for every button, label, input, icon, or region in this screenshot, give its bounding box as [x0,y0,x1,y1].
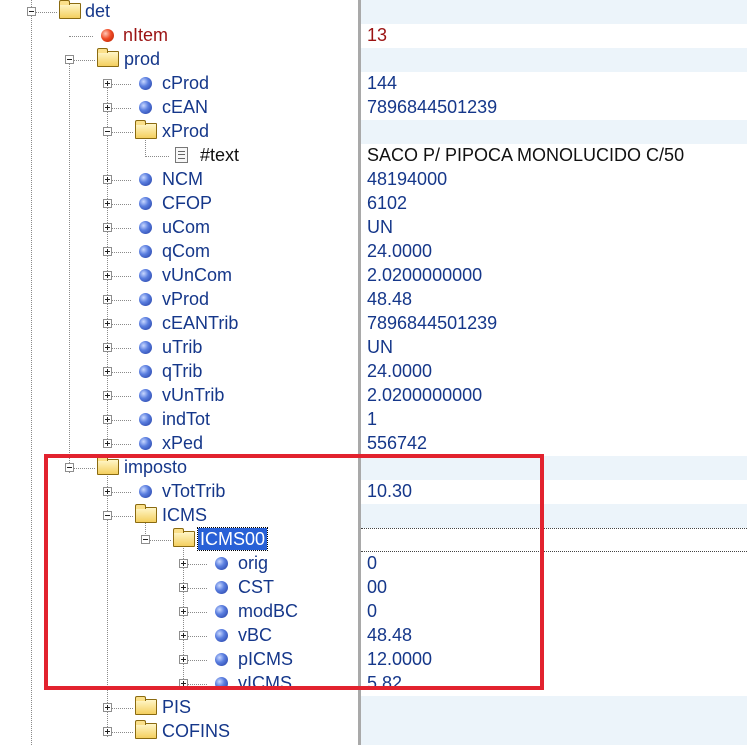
value-cean: 7896844501239 [367,97,498,117]
expand-icon[interactable] [103,367,112,376]
expand-icon[interactable] [103,199,112,208]
node-label: nItem [123,25,169,45]
expand-icon[interactable] [103,439,112,448]
collapse-icon[interactable] [65,55,74,64]
element-icon [139,173,152,186]
expand-icon[interactable] [103,391,112,400]
value-xped: 556742 [367,433,428,453]
node-label: qCom [162,241,211,261]
folder-icon [135,720,157,739]
node-label: CFOP [162,193,213,213]
node-label: qTrib [162,361,203,381]
expand-icon[interactable] [103,343,112,352]
element-icon [139,197,152,210]
text-node-icon [175,147,188,163]
value-ncm: 48194000 [367,169,448,189]
value-ceantrib: 7896844501239 [367,313,498,333]
value-utrib: UN [367,337,393,357]
row-band [361,696,747,745]
node-label: COFINS [162,721,231,741]
value-cprod: 144 [367,73,398,93]
attribute-icon [101,29,114,42]
element-icon [139,437,152,450]
node-label: uCom [162,217,211,237]
value-cfop: 6102 [367,193,408,213]
expand-icon[interactable] [103,319,112,328]
element-icon [139,269,152,282]
value-nitem: 13 [367,25,388,45]
node-label: NCM [162,169,203,189]
node-label: uTrib [162,337,203,357]
node-label: prod [124,49,161,69]
collapse-icon[interactable] [27,7,36,16]
node-label: indTot [162,409,211,429]
element-icon [139,317,152,330]
node-label: cEAN [162,97,209,117]
node-label: #text [200,145,240,165]
element-icon [139,413,152,426]
row-band [361,48,747,72]
element-icon [139,245,152,258]
node-label: vUnCom [162,265,233,285]
node-label: xPed [162,433,204,453]
expand-icon[interactable] [103,727,112,736]
value-qcom: 24.0000 [367,241,433,261]
row-band [361,0,747,24]
value-vprod: 48.48 [367,289,413,309]
value-text: SACO P/ PIPOCA MONOLUCIDO C/50 [367,145,685,165]
node-label: cProd [162,73,210,93]
node-label: det [85,1,111,21]
value-ucom: UN [367,217,393,237]
element-icon [139,365,152,378]
node-label: xProd [162,121,210,141]
element-icon [139,77,152,90]
node-label: cEANTrib [162,313,239,333]
element-icon [139,389,152,402]
folder-open-icon [97,48,119,67]
element-icon [139,341,152,354]
value-indtot: 1 [367,409,378,429]
element-icon [139,221,152,234]
expand-icon[interactable] [103,415,112,424]
collapse-icon[interactable] [103,127,112,136]
node-label: vUnTrib [162,385,225,405]
highlight-box [44,454,544,690]
node-label: vProd [162,289,210,309]
element-icon [139,101,152,114]
folder-open-icon [59,0,81,19]
folder-icon [135,696,157,715]
value-vuntrib: 2.0200000000 [367,385,483,405]
value-qtrib: 24.0000 [367,361,433,381]
folder-open-icon [135,120,157,139]
expand-icon[interactable] [103,103,112,112]
expand-icon[interactable] [103,271,112,280]
row-band [361,120,747,144]
element-icon [139,293,152,306]
expand-icon[interactable] [103,295,112,304]
node-label: PIS [162,697,192,717]
expand-icon[interactable] [103,79,112,88]
value-vuncom: 2.0200000000 [367,265,483,285]
expand-icon[interactable] [103,223,112,232]
expand-icon[interactable] [103,175,112,184]
expand-icon[interactable] [103,247,112,256]
expand-icon[interactable] [103,703,112,712]
